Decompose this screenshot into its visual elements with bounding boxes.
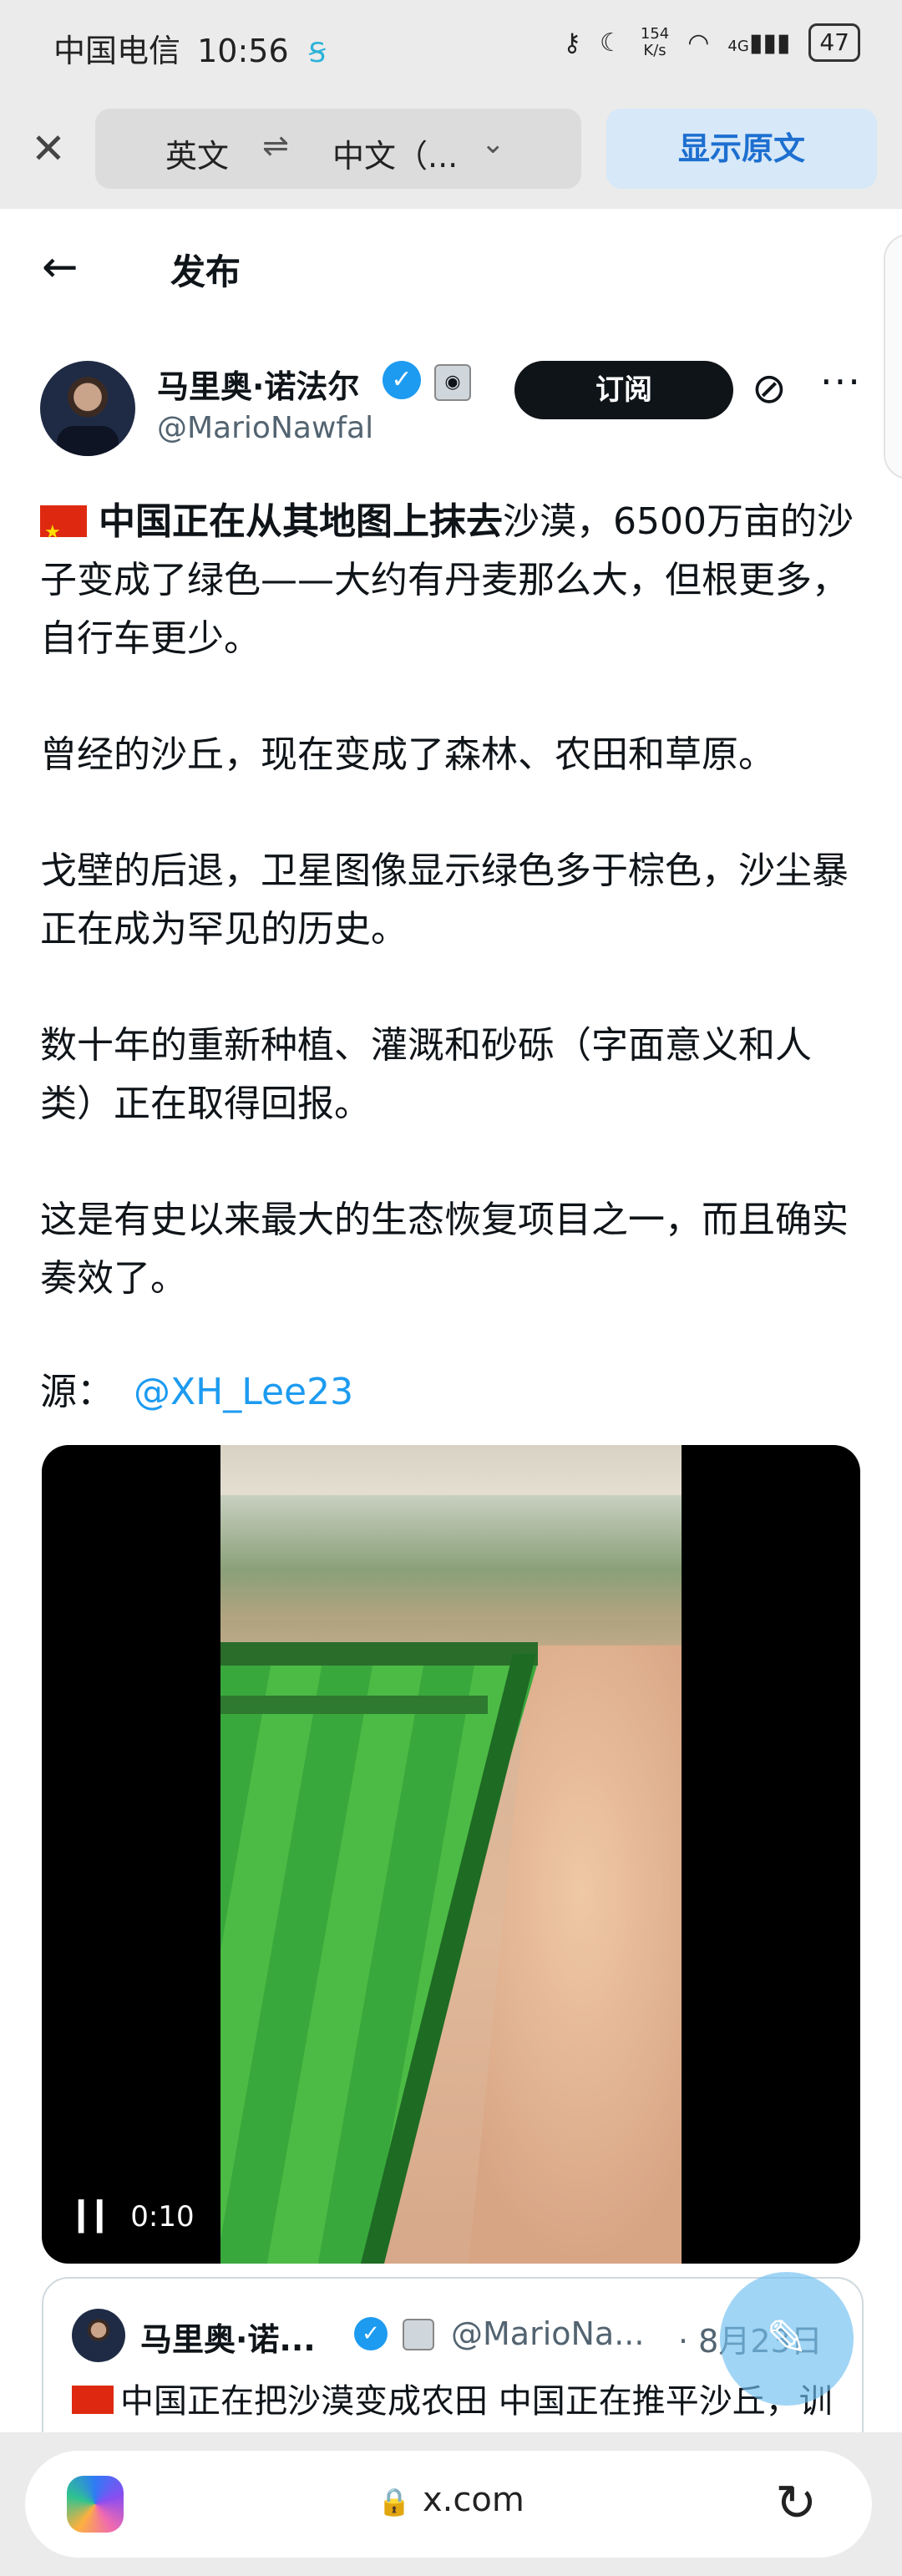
clock: 10:56 (197, 33, 289, 69)
carrier: 中国电信 (53, 33, 181, 69)
quoted-author-handle: @MarioNa... (451, 2315, 645, 2352)
translate-bar: ✕ 英文 ⇌ 中文（... ⌄ 显示原文 (0, 92, 902, 209)
source-link[interactable]: @XH_Lee23 (134, 1371, 353, 1413)
post-paragraph-2: 曾经的沙丘，现在变成了森林、农田和草原。 (40, 733, 775, 776)
video-tree-band-2 (220, 1696, 488, 1714)
wifi-icon: ◠ (687, 28, 710, 58)
signal-icon: 4G▮▮▮ (727, 28, 791, 58)
grok-icon[interactable]: ⊘ (752, 364, 787, 413)
show-original-button[interactable]: 显示原文 (606, 109, 877, 189)
video-time: 0:10 (130, 2200, 195, 2234)
close-icon[interactable]: ✕ (25, 125, 72, 172)
post-body: 中国正在从其地图上抹去沙漠，6500万亩的沙子变成了绿色——大约有丹麦那么大，但… (40, 493, 859, 1366)
chevron-down-icon[interactable]: ⌄ (481, 127, 505, 160)
source-line: 源： @XH_Lee23 (40, 1362, 353, 1415)
moon-icon: ☾ (599, 28, 622, 58)
avatar[interactable] (40, 361, 135, 456)
subscribe-button[interactable]: 订阅 (514, 361, 733, 419)
target-language[interactable]: 中文（... (332, 130, 458, 176)
quoted-affiliation-badge-icon (403, 2319, 434, 2350)
author-handle[interactable]: @MarioNawfal (157, 411, 373, 445)
verified-badge-icon: ✓ (383, 361, 421, 399)
post-paragraph-5: 这是有史以来最大的生态恢复项目之一，而且确实奏效了。 (40, 1199, 849, 1300)
reply-compose-icon[interactable]: ✎ (720, 2272, 854, 2406)
copilot-icon[interactable] (67, 2476, 124, 2533)
china-flag-icon (40, 504, 87, 562)
swap-languages-icon[interactable]: ⇌ (262, 127, 289, 164)
video-controls[interactable]: ▎▎ 0:10 (79, 2200, 195, 2234)
quoted-avatar (72, 2309, 125, 2362)
quoted-author-name: 马里奥·诺... (140, 2321, 316, 2358)
quoted-verified-badge-icon: ✓ (354, 2317, 388, 2350)
post-paragraph-4: 数十年的重新种植、灌溉和砂砾（字面意义和人类）正在取得回报。 (40, 1024, 812, 1125)
avatar-shirt (57, 426, 119, 456)
source-language[interactable]: 英文 (165, 130, 229, 176)
video-player[interactable]: ▎▎ 0:10 (42, 1445, 860, 2264)
back-arrow-icon[interactable]: ← (42, 242, 79, 292)
reload-icon[interactable]: ↻ (775, 2474, 817, 2533)
battery-icon: 47 (808, 23, 860, 62)
lock-icon: 🔒 (378, 2486, 411, 2518)
more-options-icon[interactable]: ··· (820, 359, 862, 404)
video-tree-band (220, 1642, 538, 1666)
browser-bar: 🔒 x.com ↻ (0, 2432, 902, 2576)
post-bold-lead: 中国正在从其地图上抹去 (99, 500, 503, 543)
net-speed: 154 K/s (640, 25, 670, 59)
page-title: 发布 (170, 251, 241, 292)
video-horizon (220, 1495, 682, 1620)
side-panel-edge[interactable] (884, 234, 902, 479)
url-text[interactable]: x.com (423, 2481, 524, 2519)
key-icon: ⚷ (562, 28, 581, 58)
affiliation-badge-icon[interactable]: ◉ (434, 364, 471, 401)
pause-icon[interactable]: ▎▎ (79, 2200, 119, 2234)
language-selector[interactable]: 英文 ⇌ 中文（... ⌄ (95, 109, 581, 189)
app-notification-icon: Ꞩ (308, 37, 327, 68)
quoted-china-flag-icon (72, 2386, 114, 2414)
author-name[interactable]: 马里奥·诺法尔 (157, 361, 359, 407)
address-bar[interactable]: 🔒 x.com ↻ (25, 2451, 872, 2558)
post-paragraph-1: 中国正在从其地图上抹去沙漠，6500万亩的沙子变成了绿色——大约有丹麦那么大，但… (40, 493, 859, 668)
post-paragraph-3: 戈壁的后退，卫星图像显示绿色多于棕色，沙尘暴正在成为罕见的历史。 (40, 849, 849, 951)
status-left: 中国电信 10:56 Ꞩ (53, 25, 326, 71)
source-label: 源： (40, 1371, 114, 1413)
status-right: ⚷ ☾ 154 K/s ◠ 4G▮▮▮ 47 (563, 23, 860, 62)
status-bar: 中国电信 10:56 Ꞩ ⚷ ☾ 154 K/s ◠ 4G▮▮▮ 47 (0, 0, 902, 92)
video-frame (220, 1445, 682, 2264)
network-type: 4G (727, 37, 749, 55)
